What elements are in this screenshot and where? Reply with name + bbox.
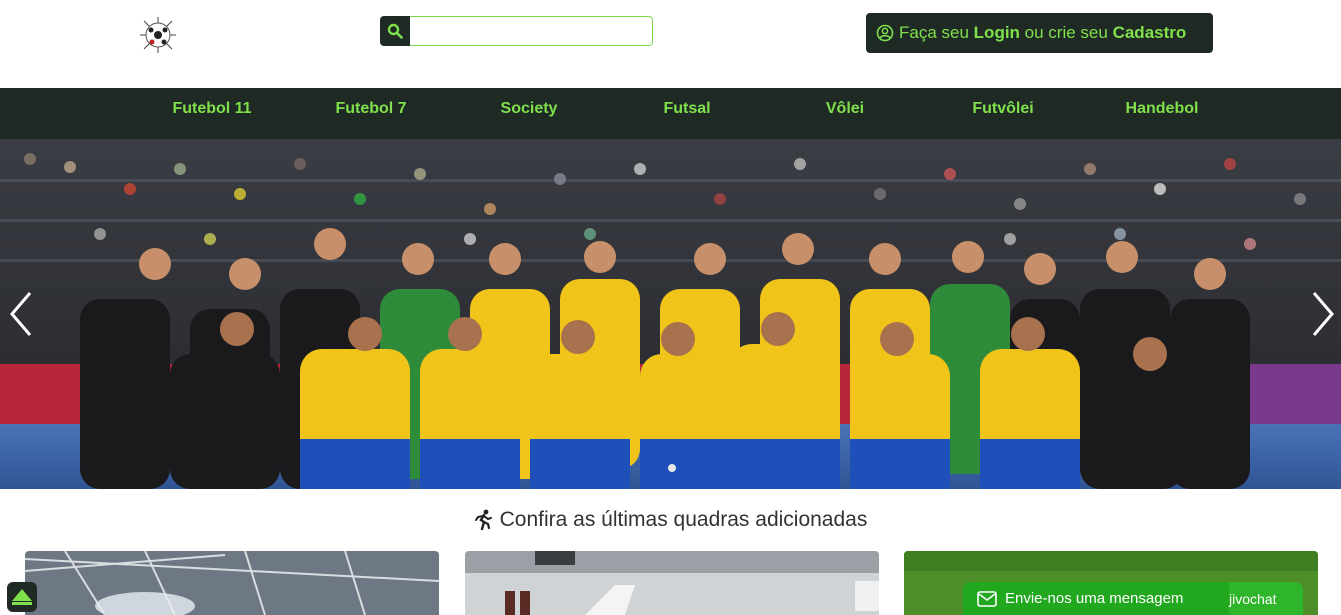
section-title-text: Confira as últimas quadras adicionadas — [499, 508, 868, 531]
envelope-icon — [977, 590, 997, 607]
search-bar — [380, 16, 653, 46]
search-icon — [387, 23, 403, 39]
search-input[interactable] — [410, 16, 653, 46]
nav-item-futvolei[interactable]: Futvôlei — [928, 88, 1078, 139]
nav-item-futebol-11[interactable]: Futebol 11 — [137, 88, 287, 139]
page: Faça seu Login ou crie seu Cadastro Fute… — [0, 0, 1341, 615]
arrow-up-icon — [12, 589, 32, 605]
login-register-button[interactable]: Faça seu Login ou crie seu Cadastro — [866, 13, 1213, 53]
court-card[interactable] — [465, 551, 879, 615]
site-logo[interactable] — [136, 15, 180, 55]
court-card-image — [465, 551, 879, 615]
nav-item-futsal[interactable]: Futsal — [612, 88, 762, 139]
chat-label: Envie-nos uma mensagem — [1005, 590, 1184, 607]
nav-item-handebol[interactable]: Handebol — [1087, 88, 1237, 139]
user-circle-icon — [876, 24, 894, 42]
login-prefix: Faça seu — [899, 23, 969, 42]
nav-item-volei[interactable]: Vôlei — [770, 88, 920, 139]
login-middle: ou crie seu — [1024, 23, 1108, 42]
scroll-to-top-button[interactable] — [7, 582, 37, 612]
court-card-image — [25, 551, 439, 615]
hero-carousel — [0, 139, 1341, 489]
chat-open-button[interactable]: Envie-nos uma mensagem — [963, 582, 1229, 615]
chat-widget[interactable]: Envie-nos uma mensagem jivochat — [963, 582, 1303, 615]
running-person-icon — [474, 509, 492, 531]
search-button[interactable] — [380, 16, 410, 46]
nav-item-futebol-7[interactable]: Futebol 7 — [296, 88, 446, 139]
hero-image — [0, 139, 1341, 489]
carousel-next-icon[interactable] — [1308, 289, 1338, 339]
carousel-prev-icon[interactable] — [6, 289, 36, 339]
latest-courts-heading: Confira as últimas quadras adicionadas — [0, 508, 1341, 532]
site-header: Faça seu Login ou crie seu Cadastro — [0, 0, 1341, 88]
chat-brand: jivochat — [1229, 590, 1277, 607]
login-word: Login — [973, 23, 1020, 42]
carousel-indicator[interactable] — [668, 464, 676, 472]
nav-item-society[interactable]: Society — [454, 88, 604, 139]
main-nav: Futebol 11 Futebol 7 Society Futsal Vôle… — [0, 88, 1341, 139]
register-word: Cadastro — [1112, 23, 1187, 42]
court-card[interactable] — [25, 551, 439, 615]
